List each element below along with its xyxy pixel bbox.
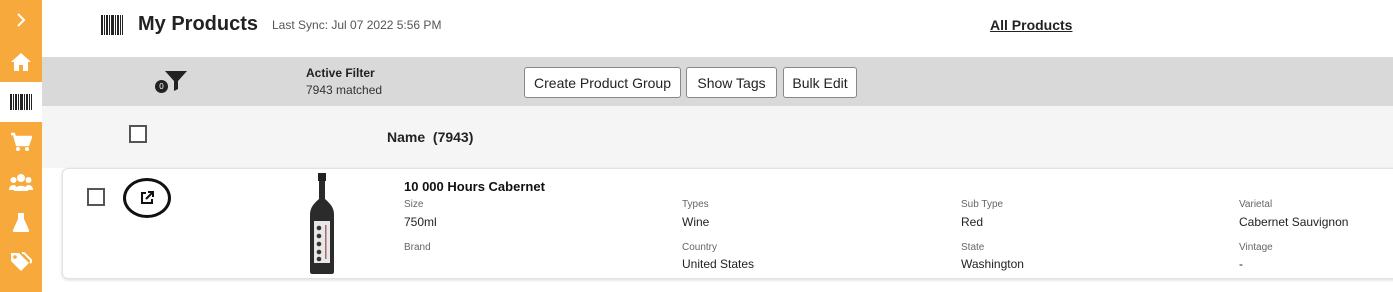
tags-icon bbox=[11, 252, 32, 271]
product-select-checkbox[interactable] bbox=[87, 188, 105, 206]
varietal-value: Cabernet Sauvignon bbox=[1239, 215, 1349, 229]
filter-icon bbox=[165, 71, 187, 91]
external-link-icon bbox=[141, 191, 154, 204]
size-value: 750ml bbox=[404, 215, 437, 229]
sidebar-item-home[interactable] bbox=[0, 42, 42, 82]
flask-icon bbox=[12, 213, 30, 232]
create-product-group-button[interactable]: Create Product Group bbox=[524, 67, 681, 98]
name-column-header[interactable]: Name (7943) bbox=[387, 129, 473, 145]
active-filter-label: Active Filter bbox=[306, 66, 375, 80]
table-header: Name (7943) bbox=[42, 106, 1393, 168]
filter-count-badge: 0 bbox=[155, 80, 168, 93]
types-value: Wine bbox=[682, 215, 710, 229]
product-name[interactable]: 10 000 Hours Cabernet bbox=[404, 179, 545, 194]
sidebar-expand-button[interactable] bbox=[0, 0, 42, 40]
home-icon bbox=[11, 53, 31, 71]
product-image bbox=[310, 173, 334, 274]
sidebar-item-orders[interactable] bbox=[0, 122, 42, 162]
brand-label: Brand bbox=[404, 242, 431, 253]
sidebar bbox=[0, 0, 42, 292]
state-value: Washington bbox=[961, 257, 1024, 271]
all-products-link[interactable]: All Products bbox=[990, 17, 1072, 33]
chevron-right-icon bbox=[17, 13, 26, 27]
last-sync-text: Last Sync: Jul 07 2022 5:56 PM bbox=[272, 18, 442, 32]
filter-bar: 0 Active Filter 7943 matched Create Prod… bbox=[42, 57, 1393, 106]
vintage-label: Vintage bbox=[1239, 242, 1273, 253]
show-tags-button[interactable]: Show Tags bbox=[686, 67, 777, 98]
sidebar-item-lab[interactable] bbox=[0, 202, 42, 242]
cart-icon bbox=[11, 132, 32, 151]
subtype-label: Sub Type bbox=[961, 199, 1004, 210]
barcode-icon bbox=[101, 15, 123, 35]
subtype-value: Red bbox=[961, 215, 984, 229]
matched-count: 7943 matched bbox=[306, 83, 383, 97]
open-product-button[interactable] bbox=[123, 178, 171, 218]
country-label: Country bbox=[682, 242, 718, 253]
size-label: Size bbox=[404, 199, 424, 210]
varietal-label: Varietal bbox=[1239, 199, 1273, 210]
state-label: State bbox=[961, 242, 985, 253]
page-title: My Products bbox=[138, 13, 259, 35]
bulk-edit-button[interactable]: Bulk Edit bbox=[783, 67, 857, 98]
select-all-checkbox[interactable] bbox=[129, 125, 147, 143]
sidebar-item-products[interactable] bbox=[0, 82, 42, 122]
filter-button[interactable]: 0 bbox=[155, 69, 189, 97]
sidebar-item-customers[interactable] bbox=[0, 162, 42, 202]
country-value: United States bbox=[682, 257, 755, 271]
product-card[interactable]: 10 000 Hours Cabernet Size 750ml Types W… bbox=[62, 168, 1393, 279]
sidebar-item-tags[interactable] bbox=[0, 242, 42, 282]
users-icon bbox=[9, 174, 33, 191]
barcode-icon bbox=[10, 94, 32, 110]
vintage-value: - bbox=[1239, 257, 1243, 271]
types-label: Types bbox=[682, 199, 709, 210]
page-header: My Products Last Sync: Jul 07 2022 5:56 … bbox=[42, 0, 1393, 57]
